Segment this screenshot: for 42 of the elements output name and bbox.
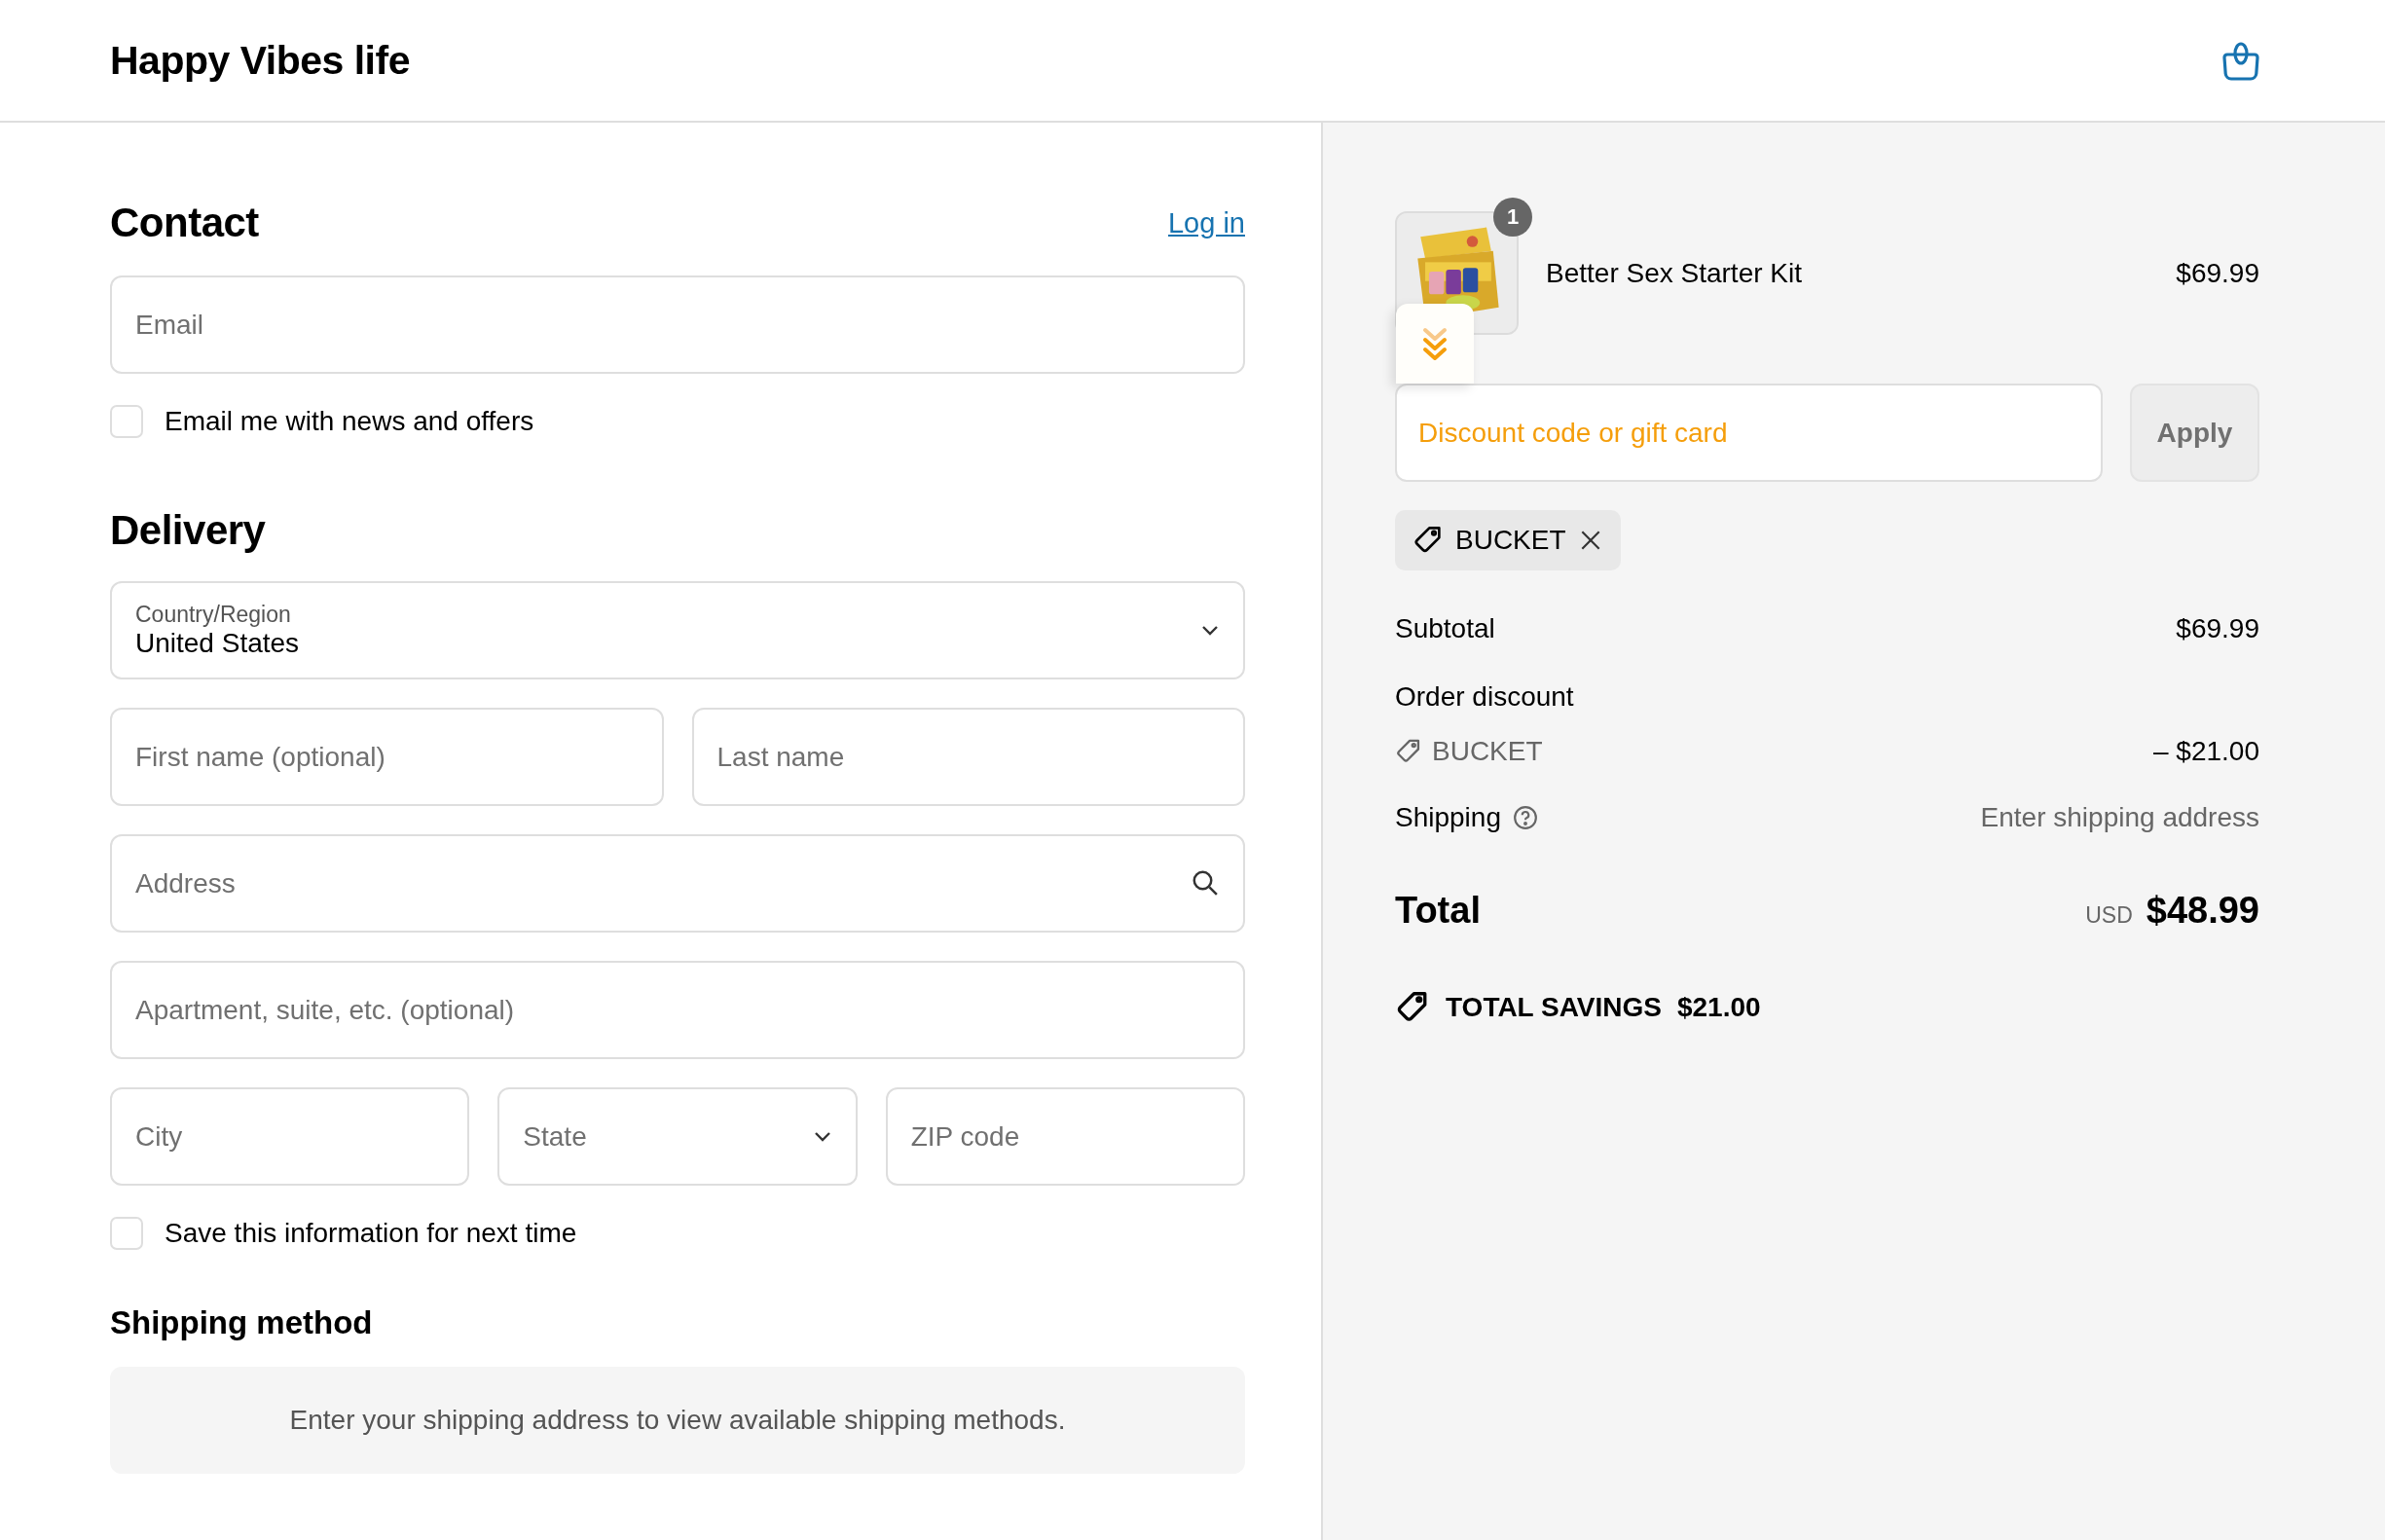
email-field[interactable]: Email	[110, 275, 1245, 374]
shipping-method-heading: Shipping method	[110, 1304, 374, 1341]
last-name-field[interactable]: Last name	[691, 708, 1245, 806]
save-info-label: Save this information for next time	[165, 1218, 577, 1249]
discount-code-field[interactable]: Discount code or gift card	[1395, 384, 2103, 482]
newsletter-checkbox[interactable]	[110, 405, 143, 438]
contact-heading: Contact	[110, 200, 259, 246]
state-select[interactable]: State	[497, 1087, 858, 1186]
cart-icon[interactable]	[2221, 39, 2260, 82]
tag-icon	[1395, 738, 1422, 765]
newsletter-label: Email me with news and offers	[165, 406, 534, 437]
delivery-heading: Delivery	[110, 507, 267, 554]
discount-tag-label: BUCKET	[1455, 525, 1566, 556]
total-value: $48.99	[2146, 890, 2259, 932]
currency-label: USD	[2085, 902, 2133, 929]
subtotal-label: Subtotal	[1395, 613, 1495, 644]
discount-value: – $21.00	[2153, 736, 2259, 767]
country-select[interactable]: Country/Region United States	[110, 581, 1245, 679]
first-name-field[interactable]: First name (optional)	[110, 708, 664, 806]
total-label: Total	[1395, 890, 1481, 932]
address-field[interactable]: Address	[110, 834, 1245, 933]
total-savings-value: $21.00	[1676, 992, 1761, 1023]
chevron-down-icon	[812, 1130, 832, 1143]
apartment-field[interactable]: Apartment, suite, etc. (optional)	[110, 961, 1245, 1059]
save-info-checkbox[interactable]	[110, 1217, 143, 1250]
product-price: $69.99	[2176, 257, 2259, 289]
chevron-down-icon	[1200, 624, 1220, 637]
log-in-link[interactable]: Log in	[1168, 206, 1245, 239]
product-name: Better Sex Starter Kit	[1546, 257, 1803, 289]
discount-code-label: BUCKET	[1432, 736, 1543, 767]
help-icon[interactable]	[1513, 805, 1538, 830]
store-name[interactable]: Happy Vibes life	[110, 37, 410, 84]
zip-code-field[interactable]: ZIP code	[885, 1087, 1245, 1186]
quantity-badge: 1	[1493, 198, 1532, 237]
order-discount-label: Order discount	[1395, 681, 1575, 713]
shipping-notice: Enter your shipping address to view available shipping methods.	[110, 1367, 1245, 1474]
total-savings-label: TOTAL SAVINGS	[1446, 992, 1662, 1023]
city-field[interactable]: City	[110, 1087, 470, 1186]
shipping-value: Enter shipping address	[1980, 802, 2259, 833]
subtotal-value: $69.99	[2176, 613, 2259, 644]
search-icon	[1191, 868, 1220, 898]
shipping-label: Shipping	[1395, 802, 1501, 833]
